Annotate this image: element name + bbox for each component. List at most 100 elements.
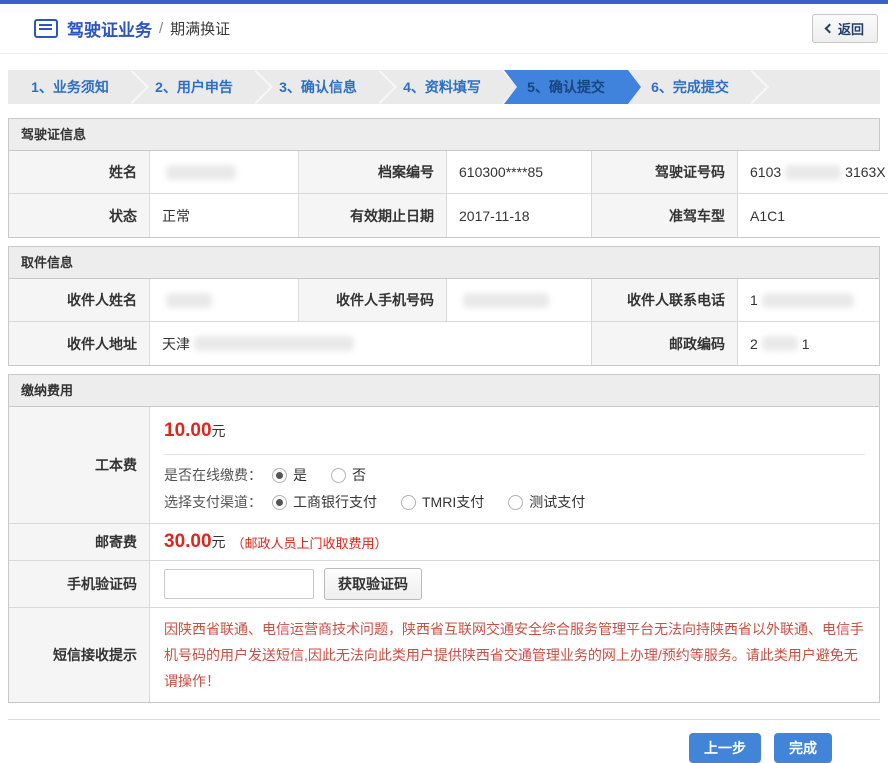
expiry-value: 2017-11-18 (447, 194, 592, 237)
recipient-phone-value: 1 (738, 279, 879, 322)
pickup-info-table: 收件人姓名 收件人手机号码 收件人联系电话 1 收件人地址 天津 邮政编码 21 (9, 279, 879, 365)
redacted-value (785, 165, 841, 180)
redacted-value (762, 336, 798, 351)
fees-section-title: 缴纳费用 (9, 375, 879, 407)
step-label: 5、确认提交 (527, 79, 605, 95)
redacted-value (166, 293, 212, 308)
vehicle-class-value: A1C1 (738, 194, 888, 237)
postcode-suffix: 1 (802, 336, 810, 352)
address-prefix: 天津 (162, 334, 190, 354)
pay-channel-question-row: 选择支付渠道： 工商银行支付 TMRI支付 测试支付 (164, 492, 865, 512)
step-tab-3[interactable]: 3、确认信息 (256, 70, 380, 104)
mail-fee-label: 邮寄费 (9, 524, 150, 561)
recipient-name-label: 收件人姓名 (9, 279, 150, 322)
chevron-left-icon (825, 24, 835, 34)
step-tab-2[interactable]: 2、用户申告 (132, 70, 256, 104)
step-label: 6、完成提交 (651, 79, 729, 95)
base-fee-amount-line: 10.00元 (164, 420, 865, 442)
radio-label: TMRI支付 (422, 492, 484, 512)
back-button-label: 返回 (838, 19, 864, 38)
base-fee-label: 工本费 (9, 407, 150, 524)
base-fee-amount: 10.00 (164, 420, 212, 441)
license-card-icon (34, 19, 58, 38)
recipient-phone-label: 收件人联系电话 (592, 279, 738, 322)
radio-option-channel-icbc[interactable]: 工商银行支付 (272, 492, 377, 512)
radio-icon[interactable] (401, 495, 416, 510)
sms-code-label: 手机验证码 (9, 561, 150, 608)
redacted-value (166, 165, 236, 180)
footer-actions: 上一步 完成 (8, 719, 880, 763)
radio-label: 测试支付 (529, 492, 585, 512)
archive-no-label: 档案编号 (299, 151, 447, 194)
sms-code-input[interactable] (164, 569, 314, 599)
radio-icon[interactable] (272, 495, 287, 510)
status-value: 正常 (150, 194, 299, 237)
name-value (150, 151, 299, 194)
license-no-suffix: 3163X (845, 164, 885, 180)
page-header: 驾驶证业务 / 期满换证 返回 (0, 4, 888, 54)
license-no-label: 驾驶证号码 (592, 151, 738, 194)
step-separator-icon (735, 70, 769, 104)
step-label: 3、确认信息 (279, 79, 357, 95)
breadcrumb-current: 期满换证 (170, 18, 230, 39)
step-tab-5[interactable]: 5、确认提交 (504, 70, 628, 104)
postcode-label: 邮政编码 (592, 322, 738, 365)
expiry-label: 有效期止日期 (299, 194, 447, 237)
postcode-value: 21 (738, 322, 879, 365)
license-no-value: 6103 3163X (738, 151, 888, 194)
recipient-address-value: 天津 (150, 322, 592, 365)
recipient-mobile-label: 收件人手机号码 (299, 279, 447, 322)
step-label: 4、资料填写 (403, 79, 481, 95)
mail-fee-unit: 元 (212, 532, 226, 552)
pickup-info-section: 取件信息 收件人姓名 收件人手机号码 收件人联系电话 1 收件人地址 天津 邮政… (8, 246, 880, 366)
step-tab-6[interactable]: 6、完成提交 (628, 70, 752, 104)
radio-option-online-yes[interactable]: 是 (272, 465, 307, 485)
mail-fee-note: （邮政人员上门收取费用） (232, 533, 388, 552)
fees-section: 缴纳费用 工本费 10.00元 是否在线缴费： 是 否 选择支付渠道： (8, 374, 880, 703)
sms-code-row: 获取验证码 (150, 561, 879, 608)
step-label: 2、用户申告 (155, 79, 233, 95)
radio-option-channel-test[interactable]: 测试支付 (508, 492, 585, 512)
radio-label: 工商银行支付 (293, 492, 377, 512)
license-no-prefix: 6103 (750, 164, 781, 180)
page-title: 驾驶证业务 (67, 16, 152, 41)
vehicle-class-label: 准驾车型 (592, 194, 738, 237)
name-label: 姓名 (9, 151, 150, 194)
license-info-table: 姓名 档案编号 610300****85 驾驶证号码 61033163X 状态 … (9, 151, 879, 237)
base-fee-value: 10.00元 是否在线缴费： 是 否 选择支付渠道： 工商银行支付 (150, 407, 879, 524)
radio-label: 否 (352, 465, 366, 485)
license-section-title: 驾驶证信息 (9, 119, 879, 151)
fees-table: 工本费 10.00元 是否在线缴费： 是 否 选择支付渠道： (9, 407, 879, 702)
breadcrumb-separator: / (159, 20, 163, 37)
previous-step-button[interactable]: 上一步 (689, 733, 761, 763)
mail-fee-value: 30.00元 （邮政人员上门收取费用） (150, 524, 879, 561)
recipient-mobile-value (447, 279, 592, 322)
online-pay-question: 是否在线缴费： (164, 465, 262, 485)
radio-option-online-no[interactable]: 否 (331, 465, 366, 485)
radio-icon[interactable] (272, 468, 287, 483)
radio-label: 是 (293, 465, 307, 485)
license-info-section: 驾驶证信息 姓名 档案编号 610300****85 驾驶证号码 6103316… (8, 118, 880, 238)
divider (164, 454, 865, 455)
redacted-value (762, 293, 854, 308)
step-label: 1、业务须知 (31, 79, 109, 95)
sms-notice-text: 因陕西省联通、电信运营商技术问题，陕西省互联网交通安全综合服务管理平台无法向持陕… (150, 608, 879, 702)
radio-icon[interactable] (508, 495, 523, 510)
radio-option-channel-tmri[interactable]: TMRI支付 (401, 492, 484, 512)
postcode-prefix: 2 (750, 336, 758, 352)
phone-prefix: 1 (750, 292, 758, 308)
pickup-section-title: 取件信息 (9, 247, 879, 279)
finish-button[interactable]: 完成 (774, 733, 832, 763)
radio-icon[interactable] (331, 468, 346, 483)
get-sms-code-button[interactable]: 获取验证码 (324, 568, 422, 600)
mail-fee-amount: 30.00 (164, 531, 212, 553)
recipient-name-value (150, 279, 299, 322)
redacted-value (194, 336, 354, 351)
online-pay-question-row: 是否在线缴费： 是 否 (164, 465, 865, 485)
pay-channel-question: 选择支付渠道： (164, 492, 262, 512)
status-label: 状态 (9, 194, 150, 237)
step-tab-4[interactable]: 4、资料填写 (380, 70, 504, 104)
back-button[interactable]: 返回 (812, 14, 878, 43)
archive-no-value: 610300****85 (447, 151, 592, 194)
step-tab-1[interactable]: 1、业务须知 (8, 70, 132, 104)
